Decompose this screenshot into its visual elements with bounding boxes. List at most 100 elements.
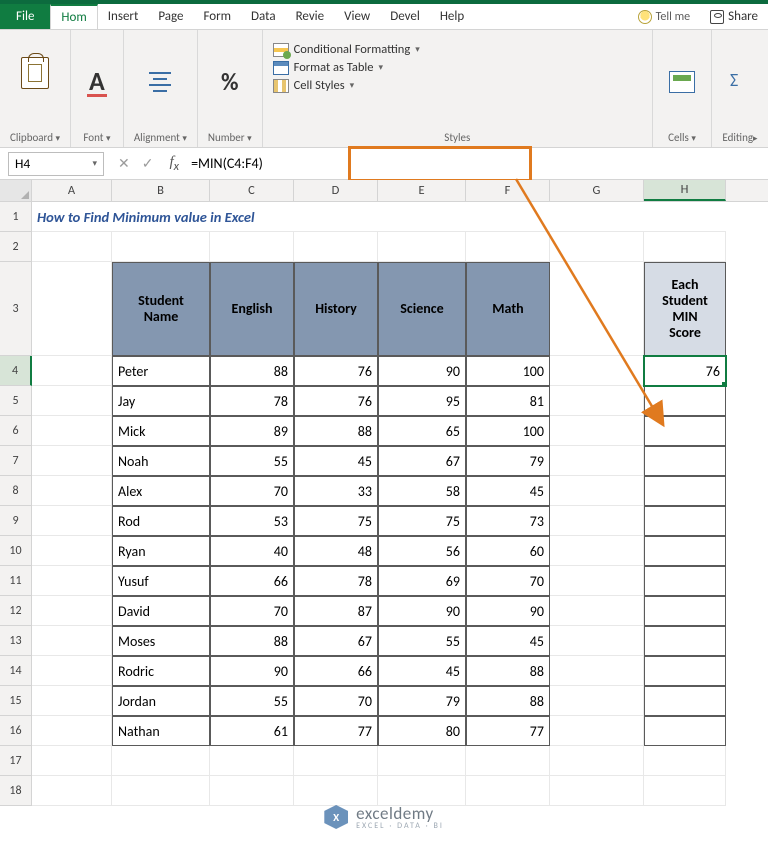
cell-A18[interactable]: [32, 776, 112, 806]
paste-button[interactable]: [15, 53, 55, 111]
cell-B17[interactable]: [112, 746, 210, 776]
cell-G4[interactable]: [550, 356, 644, 386]
cell-D17[interactable]: [294, 746, 378, 776]
row-header-15[interactable]: 15: [0, 686, 32, 716]
cell-G6[interactable]: [550, 416, 644, 446]
col-header-G[interactable]: G: [550, 180, 644, 201]
cell-F17[interactable]: [466, 746, 550, 776]
cell-D2[interactable]: [294, 232, 378, 262]
cell-E17[interactable]: [378, 746, 466, 776]
cell-C2[interactable]: [210, 232, 294, 262]
cell-G12[interactable]: [550, 596, 644, 626]
cell-C4[interactable]: 88: [210, 356, 294, 386]
row-header-7[interactable]: 7: [0, 446, 32, 476]
alignment-button[interactable]: [140, 66, 180, 98]
format-as-table-button[interactable]: Format as Table▾: [273, 60, 420, 75]
cell-C18[interactable]: [210, 776, 294, 806]
cell-C7[interactable]: 55: [210, 446, 294, 476]
cell-G15[interactable]: [550, 686, 644, 716]
row-header-6[interactable]: 6: [0, 416, 32, 446]
cell-A12[interactable]: [32, 596, 112, 626]
cell-H2[interactable]: [644, 232, 726, 262]
cancel-formula-button[interactable]: ✕: [118, 155, 130, 172]
cell-A14[interactable]: [32, 656, 112, 686]
cell-E16[interactable]: 80: [378, 716, 466, 746]
row-header-9[interactable]: 9: [0, 506, 32, 536]
formula-input[interactable]: [185, 152, 768, 176]
cell-F6[interactable]: 100: [466, 416, 550, 446]
cell-H17[interactable]: [644, 746, 726, 776]
cell-F11[interactable]: 70: [466, 566, 550, 596]
cell-A11[interactable]: [32, 566, 112, 596]
conditional-formatting-button[interactable]: Conditional Formatting▾: [273, 42, 420, 57]
cell-G10[interactable]: [550, 536, 644, 566]
cell-B2[interactable]: [112, 232, 210, 262]
cell-F2[interactable]: [466, 232, 550, 262]
cell-E10[interactable]: 56: [378, 536, 466, 566]
cell-E5[interactable]: 95: [378, 386, 466, 416]
cell-G13[interactable]: [550, 626, 644, 656]
tell-me-search[interactable]: Tell me: [628, 10, 701, 24]
cell-D18[interactable]: [294, 776, 378, 806]
cell-E2[interactable]: [378, 232, 466, 262]
select-all-button[interactable]: [0, 180, 32, 201]
row-header-2[interactable]: 2: [0, 232, 32, 262]
name-box[interactable]: H4▾: [8, 152, 104, 176]
cell-F7[interactable]: 79: [466, 446, 550, 476]
cell-H18[interactable]: [644, 776, 726, 806]
row-header-11[interactable]: 11: [0, 566, 32, 596]
cell-H7[interactable]: [644, 446, 726, 476]
tab-data[interactable]: Data: [241, 4, 286, 29]
cell-D5[interactable]: 76: [294, 386, 378, 416]
cell-A10[interactable]: [32, 536, 112, 566]
cell-B18[interactable]: [112, 776, 210, 806]
cell-D6[interactable]: 88: [294, 416, 378, 446]
cell-F12[interactable]: 90: [466, 596, 550, 626]
cell-D14[interactable]: 66: [294, 656, 378, 686]
cell-A9[interactable]: [32, 506, 112, 536]
cell-name-4[interactable]: Peter: [112, 356, 210, 386]
cell-F5[interactable]: 81: [466, 386, 550, 416]
cell-C9[interactable]: 53: [210, 506, 294, 536]
fx-icon[interactable]: fx: [163, 154, 185, 174]
cell-H14[interactable]: [644, 656, 726, 686]
cell-G3[interactable]: [550, 262, 644, 356]
cell-name-8[interactable]: Alex: [112, 476, 210, 506]
cell-D15[interactable]: 70: [294, 686, 378, 716]
cell-A2[interactable]: [32, 232, 112, 262]
enter-formula-button[interactable]: ✓: [142, 155, 154, 172]
tab-insert[interactable]: Insert: [98, 4, 149, 29]
tab-file[interactable]: File: [0, 4, 50, 29]
cell-C14[interactable]: 90: [210, 656, 294, 686]
cell-A15[interactable]: [32, 686, 112, 716]
cell-H10[interactable]: [644, 536, 726, 566]
tab-form[interactable]: Form: [193, 4, 241, 29]
col-header-F[interactable]: F: [466, 180, 550, 201]
cell-E13[interactable]: 55: [378, 626, 466, 656]
cell-F15[interactable]: 88: [466, 686, 550, 716]
tab-devel[interactable]: Devel: [380, 4, 430, 29]
cell-G17[interactable]: [550, 746, 644, 776]
row-header-14[interactable]: 14: [0, 656, 32, 686]
cell-H15[interactable]: [644, 686, 726, 716]
row-header-3[interactable]: 3: [0, 262, 32, 356]
cell-C11[interactable]: 66: [210, 566, 294, 596]
cell-F10[interactable]: 60: [466, 536, 550, 566]
cell-D16[interactable]: 77: [294, 716, 378, 746]
cell-A3[interactable]: [32, 262, 112, 356]
col-header-A[interactable]: A: [32, 180, 112, 201]
cell-E9[interactable]: 75: [378, 506, 466, 536]
cell-D11[interactable]: 78: [294, 566, 378, 596]
cell-G2[interactable]: [550, 232, 644, 262]
cell-G8[interactable]: [550, 476, 644, 506]
row-header-17[interactable]: 17: [0, 746, 32, 776]
cell-C12[interactable]: 70: [210, 596, 294, 626]
row-header-5[interactable]: 5: [0, 386, 32, 416]
cell-A6[interactable]: [32, 416, 112, 446]
cell-name-12[interactable]: David: [112, 596, 210, 626]
cell-styles-button[interactable]: Cell Styles▾: [273, 78, 420, 93]
cell-E15[interactable]: 79: [378, 686, 466, 716]
cell-H5[interactable]: [644, 386, 726, 416]
cell-H11[interactable]: [644, 566, 726, 596]
cell-D7[interactable]: 45: [294, 446, 378, 476]
